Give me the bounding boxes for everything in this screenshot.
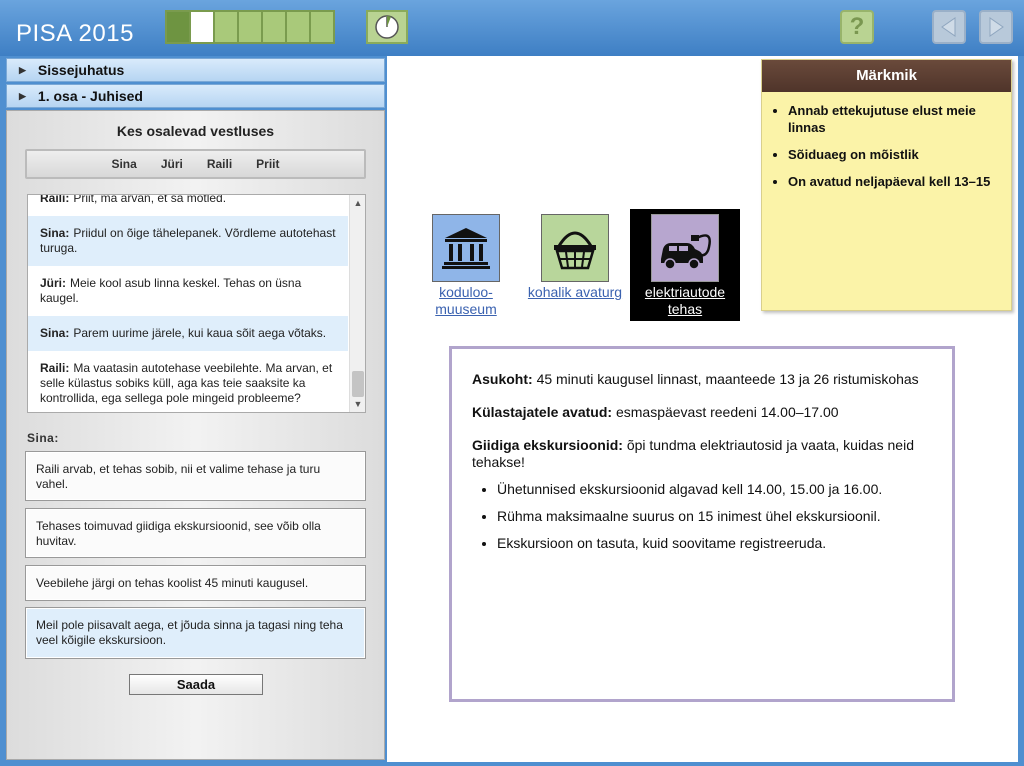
notepad: Märkmik Annab ettekujutuse elust meie li… [761,59,1012,311]
response-option-4[interactable]: Meil pole piisavalt aega, et jõuda sinna… [25,607,366,659]
tour-detail: Ühetunnised ekskursioonid algavad kell 1… [497,481,932,498]
message-speaker: Sina: [40,226,70,240]
place-factory-selected[interactable]: elektriautode tehas [630,209,740,321]
basket-icon [541,214,609,282]
place-label[interactable]: koduloo-muuseum [411,284,521,318]
note-item: On avatud neljapäeval kell 13–15 [788,173,1003,190]
tour-details-list: Ühetunnised ekskursioonid algavad kell 1… [472,481,932,552]
progress-segment-1 [167,12,191,42]
message-text: Ma vaatasin autotehase veebilehte. Ma ar… [40,361,333,405]
message-text: Priit, ma arvan, et sa mõtled. [73,194,227,205]
arrow-left-icon [941,17,956,37]
place-label[interactable]: elektriautode tehas [630,284,740,318]
message-speaker: Raili: [40,194,70,205]
scroll-up-icon[interactable]: ▲ [350,195,365,211]
message-speaker: Sina: [40,326,70,340]
chat-message: Raili: Ma vaatasin autotehase veebilehte.… [28,351,348,412]
progress-segment-7 [311,12,333,42]
info-location: Asukoht: 45 minuti kaugusel linnast, maa… [472,371,932,388]
help-button[interactable]: ? [840,10,874,44]
response-option-1[interactable]: Raili arvab, et tehas sobib, nii et vali… [25,451,366,501]
main-content: Märkmik Annab ettekujutuse elust meie li… [387,56,1018,762]
notepad-title: Märkmik [762,60,1011,92]
progress-segment-2 [191,12,215,42]
top-bar: PISA 2015 ? [0,0,1024,56]
chat-scrollbar[interactable]: ▲ ▼ [349,195,365,412]
accordion-introduction[interactable]: ▶ Sissejuhatus [6,58,385,82]
info-value: esmaspäevast reedeni 14.00–17.00 [615,404,839,420]
participants-heading: Kes osalevad vestluses [116,123,275,139]
info-tours: Giidiga ekskursioonid: õpi tundma elektr… [472,437,932,471]
tour-detail: Rühma maksimaalne suurus on 15 inimest ü… [497,508,932,525]
note-item: Sõiduaeg on mõistlik [788,146,1003,163]
notes-list: Annab ettekujutuse elust meie linnas Sõi… [762,92,1011,190]
tour-detail: Ekskursioon on tasuta, kuid soovitame re… [497,535,932,552]
place-label[interactable]: kohalik avaturg [520,284,630,301]
scroll-down-icon[interactable]: ▼ [350,396,365,412]
note-item: Annab ettekujutuse elust meie linnas [788,102,1003,136]
accordion-part-1[interactable]: ▶ 1. osa - Juhised [6,84,385,108]
participant-name: Priit [256,157,280,171]
electric-car-icon [651,214,719,282]
message-text: Meie kool asub linna keskel. Tehas on üs… [40,276,302,305]
participant-name: Raili [206,157,233,171]
message-text: Priidul on õige tähelepanek. Võrdleme au… [40,226,336,255]
progress-segment-4 [239,12,263,42]
chat-message: Jüri: Meie kool asub linna keskel. Tehas … [28,266,348,316]
caret-right-icon: ▶ [19,90,26,101]
arrow-right-icon [989,17,1004,37]
response-option-3[interactable]: Veebilehe järgi on tehas koolist 45 minu… [25,565,366,601]
chat-log[interactable]: Raili: Priit, ma arvan, et sa mõtled. Sin… [27,194,366,413]
message-speaker: Raili: [40,361,70,375]
progress-segment-6 [287,12,311,42]
response-label: Sina: [27,431,59,445]
info-label: Külastajatele avatud: [472,404,613,420]
factory-info-box: Asukoht: 45 minuti kaugusel linnast, maa… [449,346,955,702]
message-text: Parem uurime järele, kui kaua sõit aega … [73,326,327,340]
chat-panel: Kes osalevad vestluses Sina Jüri Raili P… [6,110,385,760]
scroll-thumb[interactable] [352,371,364,397]
previous-button[interactable] [932,10,966,44]
info-label: Giidiga ekskursioonid: [472,437,623,453]
chat-message: Sina: Parem uurime järele, kui kaua sõit … [28,316,348,351]
app-title: PISA 2015 [16,20,134,47]
place-museum[interactable]: koduloo-muuseum [411,214,521,318]
chat-message: Sina: Priidul on õige tähelepanek. Võrdle… [28,216,348,266]
info-label: Asukoht: [472,371,533,387]
message-speaker: Jüri: [40,276,67,290]
place-market[interactable]: kohalik avaturg [520,214,630,301]
response-option-2[interactable]: Tehases toimuvad giidiga ekskursioonid, … [25,508,366,558]
participant-name: Jüri [160,157,183,171]
timer-icon [366,10,408,44]
progress-bar [165,10,335,44]
next-button[interactable] [979,10,1013,44]
accordion-label: Sissejuhatus [37,62,125,78]
participant-name: Sina [111,157,137,171]
chat-message: Raili: Priit, ma arvan, et sa mõtled. [28,194,348,216]
participants-bar: Sina Jüri Raili Priit [25,149,366,179]
progress-segment-3 [215,12,239,42]
send-button[interactable]: Saada [129,674,263,695]
accordion-label: 1. osa - Juhised [37,88,143,104]
info-value: 45 minuti kaugusel linnast, maanteede 13… [536,371,919,387]
caret-right-icon: ▶ [19,64,26,75]
museum-icon [432,214,500,282]
progress-segment-5 [263,12,287,42]
info-opening: Külastajatele avatud: esmaspäevast reede… [472,404,932,421]
